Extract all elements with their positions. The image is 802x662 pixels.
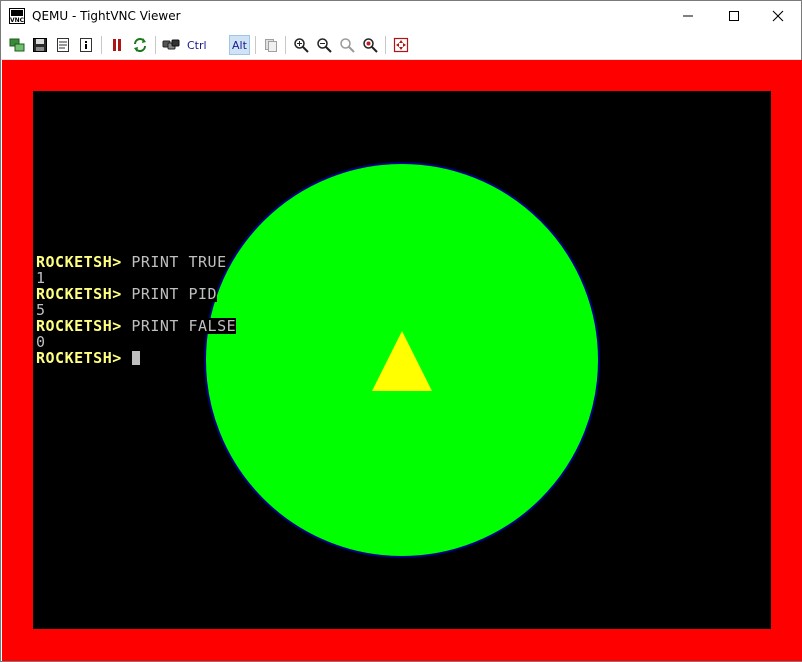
terminal-line: 0 [36, 334, 236, 350]
ctrl-alt-del-button[interactable] [161, 35, 181, 55]
fullscreen-icon [393, 37, 409, 53]
terminal-line: ROCKETSH> PRINT PID [36, 286, 236, 302]
new-connection-button[interactable] [7, 35, 27, 55]
ctrl-key-button[interactable]: Ctrl [185, 35, 209, 55]
zoom-auto-button[interactable] [360, 35, 380, 55]
toolbar-separator [385, 36, 386, 54]
command-text: PRINT TRUE [131, 253, 227, 271]
terminal-line: ROCKETSH> PRINT TRUE [36, 254, 236, 270]
minimize-button[interactable] [665, 1, 711, 31]
terminal-line: 5 [36, 302, 236, 318]
new-connection-icon [9, 38, 25, 52]
zoom-in-icon [294, 38, 309, 53]
save-button[interactable] [30, 35, 50, 55]
terminal-output: ROCKETSH> PRINT TRUE 1 ROCKETSH> PRINT P… [36, 254, 237, 366]
options-button[interactable] [53, 35, 73, 55]
zoom-auto-icon [363, 38, 378, 53]
terminal-line: ROCKETSH> PRINT FALSE [36, 317, 237, 335]
toolbar-separator [255, 36, 256, 54]
pause-button[interactable] [107, 35, 127, 55]
zoom-in-button[interactable] [291, 35, 311, 55]
command-text: PRINT FALSE [131, 317, 237, 335]
zoom-100-button[interactable] [337, 35, 357, 55]
shell-prompt: ROCKETSH> [36, 285, 132, 303]
refresh-icon [134, 38, 146, 52]
zoom-100-icon [340, 38, 355, 53]
toolbar: Ctrl Alt [1, 31, 801, 60]
pause-icon [113, 39, 121, 51]
guest-screen[interactable]: ROCKETSH> PRINT TRUE 1 ROCKETSH> PRINT P… [33, 91, 771, 629]
refresh-button[interactable] [130, 35, 150, 55]
toolbar-separator [101, 36, 102, 54]
info-icon [80, 38, 92, 52]
maximize-icon [729, 11, 739, 21]
minimize-icon [683, 15, 693, 17]
ctrl-label: Ctrl [187, 38, 207, 52]
close-icon [772, 10, 784, 22]
svg-text:VNC: VNC [10, 17, 25, 24]
remote-desktop-view[interactable]: ROCKETSH> PRINT TRUE 1 ROCKETSH> PRINT P… [2, 60, 802, 661]
fullscreen-button[interactable] [391, 35, 411, 55]
terminal-line: ROCKETSH> [36, 350, 236, 366]
shell-prompt: ROCKETSH> [36, 349, 132, 367]
terminal-line: 1 [36, 270, 236, 286]
shell-prompt: ROCKETSH> [36, 253, 132, 271]
save-icon [33, 38, 47, 52]
ctrl-alt-del-icon [162, 39, 180, 50]
maximize-button[interactable] [711, 1, 757, 31]
window-title: QEMU - TightVNC Viewer [32, 9, 181, 23]
vnc-viewer-window: VNC QEMU - TightVNC Viewer Ctrl Alt ROCK… [0, 0, 802, 662]
close-button[interactable] [755, 1, 801, 31]
clipboard-icon [265, 39, 277, 52]
clipboard-button[interactable] [261, 35, 281, 55]
zoom-out-button[interactable] [314, 35, 334, 55]
command-text: PRINT PID [131, 285, 218, 303]
toolbar-separator [285, 36, 286, 54]
shell-prompt: ROCKETSH> [36, 317, 132, 335]
title-bar[interactable]: VNC QEMU - TightVNC Viewer [1, 1, 801, 31]
toolbar-separator [155, 36, 156, 54]
alt-key-button[interactable]: Alt [229, 35, 250, 55]
zoom-out-icon [317, 38, 332, 53]
text-cursor [132, 351, 141, 365]
alt-label: Alt [232, 38, 247, 52]
options-icon [57, 38, 69, 52]
info-button[interactable] [76, 35, 96, 55]
vnc-app-icon: VNC [9, 8, 25, 24]
